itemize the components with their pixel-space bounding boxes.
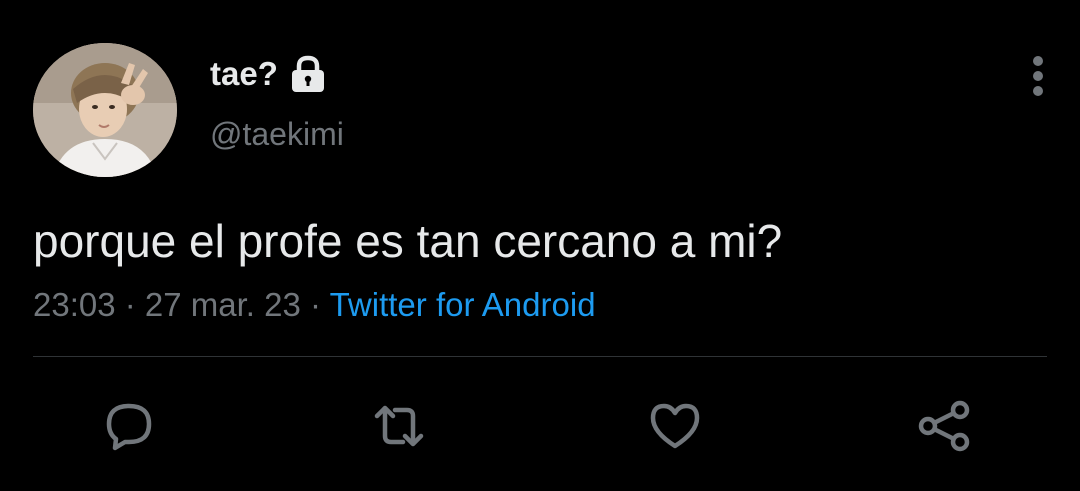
avatar[interactable] <box>33 43 177 177</box>
heart-icon <box>650 403 700 449</box>
more-vertical-icon[interactable] <box>1026 54 1050 98</box>
share-button[interactable] <box>916 400 972 452</box>
tweet-source-link[interactable]: Twitter for Android <box>330 286 596 323</box>
retweet-icon <box>374 405 424 447</box>
user-handle[interactable]: @taekimi <box>210 116 344 153</box>
meta-separator: · <box>115 286 145 323</box>
tweet-date[interactable]: 27 mar. 23 <box>145 286 301 323</box>
reply-button[interactable] <box>101 400 157 452</box>
tweet-time[interactable]: 23:03 <box>33 286 116 323</box>
avatar-image <box>33 43 177 177</box>
meta-separator: · <box>300 286 330 323</box>
display-name[interactable]: tae? <box>210 55 278 93</box>
share-icon <box>918 400 970 452</box>
tweet-text: porque el profe es tan cercano a mi? <box>33 215 783 267</box>
like-button[interactable] <box>647 400 703 452</box>
tweet-metadata: 23:03 · 27 mar. 23 · Twitter for Android <box>33 286 596 324</box>
author-name-row[interactable]: tae? <box>210 55 328 93</box>
lock-icon <box>288 55 328 93</box>
retweet-button[interactable] <box>371 400 427 452</box>
divider <box>33 356 1047 357</box>
reply-icon <box>106 403 152 451</box>
